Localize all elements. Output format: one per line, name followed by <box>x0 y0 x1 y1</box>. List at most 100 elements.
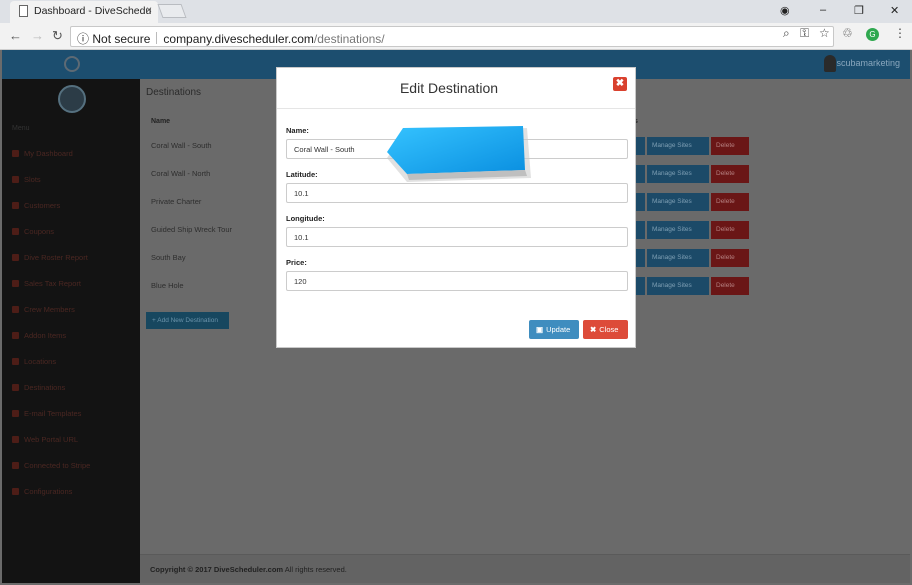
sidebar-item-label: Slots <box>24 175 41 184</box>
address-bar[interactable]: ⓘ Not secure company.divescheduler.com/de… <box>70 26 834 47</box>
map-icon <box>12 358 19 365</box>
check-icon <box>12 462 19 469</box>
browser-tab-bar: Dashboard - DiveSchedu × ◉ – ❐ ✕ <box>0 0 912 23</box>
sidebar-item-label: Crew Members <box>24 305 75 314</box>
profile-icon[interactable]: ◉ <box>780 4 790 17</box>
add-destination-button[interactable]: + Add New Destination <box>146 312 229 329</box>
manage-sites-button[interactable]: Manage Sites <box>647 165 709 183</box>
sidebar-item[interactable]: Addon Items <box>12 331 66 340</box>
home-icon <box>12 176 19 183</box>
close-button[interactable]: ✖ Close <box>583 320 628 339</box>
sidebar-item-label: Customers <box>24 201 61 210</box>
name-label: Name: <box>286 126 309 135</box>
table-row-name: Coral Wall - South <box>151 141 212 150</box>
table-row-name: South Bay <box>151 253 186 262</box>
menu-dots-icon[interactable]: ⋮ <box>894 26 906 40</box>
sidebar-item[interactable]: Slots <box>12 175 41 184</box>
delete-button[interactable]: Delete <box>711 193 749 211</box>
sidebar-item[interactable]: Locations <box>12 357 56 366</box>
footer: Copyright © 2017 DiveScheduler.com All r… <box>140 554 910 583</box>
document-icon <box>19 5 28 17</box>
clock-icon <box>64 56 80 72</box>
file-icon <box>12 280 19 287</box>
sidebar-item-label: Dive Roster Report <box>24 253 88 262</box>
reload-icon[interactable]: ↻ <box>52 28 63 44</box>
gear-icon <box>12 488 19 495</box>
sidebar-item[interactable]: Crew Members <box>12 305 75 314</box>
star-icon[interactable]: ☆ <box>819 26 830 40</box>
sidebar-item-label: E-mail Templates <box>24 409 82 418</box>
manage-sites-button[interactable]: Manage Sites <box>647 277 709 295</box>
table-row-name: Guided Ship Wreck Tour <box>151 225 233 234</box>
longitude-field[interactable]: 10.1 <box>286 227 628 247</box>
extension-icon[interactable]: G <box>866 28 879 41</box>
minimize-button[interactable]: – <box>820 4 826 16</box>
zoom-icon[interactable]: ⌕ <box>783 26 790 41</box>
delete-button[interactable]: Delete <box>711 249 749 267</box>
info-icon: ⓘ <box>77 32 90 46</box>
latitude-field[interactable]: 10.1 <box>286 183 628 203</box>
manage-sites-button[interactable]: Manage Sites <box>647 137 709 155</box>
sidebar-item[interactable]: Coupons <box>12 227 54 236</box>
recycle-icon[interactable]: ♲ <box>842 26 853 40</box>
modal-close-icon[interactable]: ✖ <box>613 77 627 91</box>
close-label: Close <box>599 325 619 334</box>
delete-button[interactable]: Delete <box>711 165 749 183</box>
page-title: Destinations <box>146 87 202 98</box>
sidebar-item-label: My Dashboard <box>24 149 73 158</box>
table-row-name: Coral Wall - North <box>151 169 211 178</box>
tab-close-icon[interactable]: × <box>146 5 152 16</box>
menu-heading: Menu <box>12 125 30 132</box>
delete-button[interactable]: Delete <box>711 221 749 239</box>
sidebar-item[interactable]: E-mail Templates <box>12 409 81 418</box>
sidebar-item[interactable]: Dive Roster Report <box>12 253 88 262</box>
back-icon[interactable]: ← <box>9 28 22 43</box>
sidebar-item[interactable]: Sales Tax Report <box>12 279 81 288</box>
sidebar-item[interactable]: My Dashboard <box>12 149 73 158</box>
update-button[interactable]: ▣ Update <box>529 320 579 339</box>
url-host: company.divescheduler.com <box>163 32 314 46</box>
sidebar-item[interactable]: Configurations <box>12 487 72 496</box>
users-icon <box>12 306 19 313</box>
security-text: Not secure <box>92 32 151 46</box>
window-close-button[interactable]: ✕ <box>890 4 899 17</box>
new-tab-button[interactable] <box>157 4 187 18</box>
price-label: Price: <box>286 258 307 267</box>
forward-icon[interactable]: → <box>31 28 44 43</box>
sidebar-item[interactable]: Connected to Stripe <box>12 461 90 470</box>
update-label: Update <box>546 325 571 334</box>
manage-sites-button[interactable]: Manage Sites <box>647 221 709 239</box>
sidebar: Menu My Dashboard Slots Customers Coupons Di… <box>2 79 140 583</box>
modal-divider <box>277 108 635 109</box>
sidebar-item-label: Sales Tax Report <box>24 279 81 288</box>
longitude-label: Longitude: <box>286 214 325 223</box>
table-row-name: Private Charter <box>151 197 202 206</box>
manage-sites-button[interactable]: Manage Sites <box>647 193 709 211</box>
logo[interactable] <box>58 85 86 113</box>
sidebar-item[interactable]: Customers <box>12 201 60 210</box>
sidebar-item-label: Connected to Stripe <box>24 461 91 470</box>
price-field[interactable]: 120 <box>286 271 628 291</box>
copyright-rest: All rights reserved. <box>283 565 347 574</box>
delete-button[interactable]: Delete <box>711 277 749 295</box>
delete-button[interactable]: Delete <box>711 137 749 155</box>
url-path: /destinations/ <box>313 32 385 46</box>
cart-icon <box>12 332 19 339</box>
dashboard-icon <box>12 150 19 157</box>
username[interactable]: scubamarketing <box>836 58 900 68</box>
sidebar-item[interactable]: Destinations <box>12 383 65 392</box>
table-row-name: Blue Hole <box>151 281 184 290</box>
restore-button[interactable]: ❐ <box>854 4 864 17</box>
file-icon <box>12 254 19 261</box>
users-icon <box>12 202 19 209</box>
sidebar-item[interactable]: Web Portal URL <box>12 435 78 444</box>
sidebar-item-label: Locations <box>24 357 57 366</box>
column-header-name: Name <box>151 118 171 125</box>
user-avatar[interactable] <box>824 55 836 72</box>
manage-sites-button[interactable]: Manage Sites <box>647 249 709 267</box>
close-icon: ✖ <box>590 325 597 334</box>
browser-tab[interactable]: Dashboard - DiveSchedu × <box>10 1 158 23</box>
key-icon[interactable]: ⚿ <box>800 26 809 41</box>
pointer-arrow-graphic <box>387 126 531 182</box>
copyright-bold: Copyright © 2017 DiveScheduler.com <box>150 565 284 574</box>
